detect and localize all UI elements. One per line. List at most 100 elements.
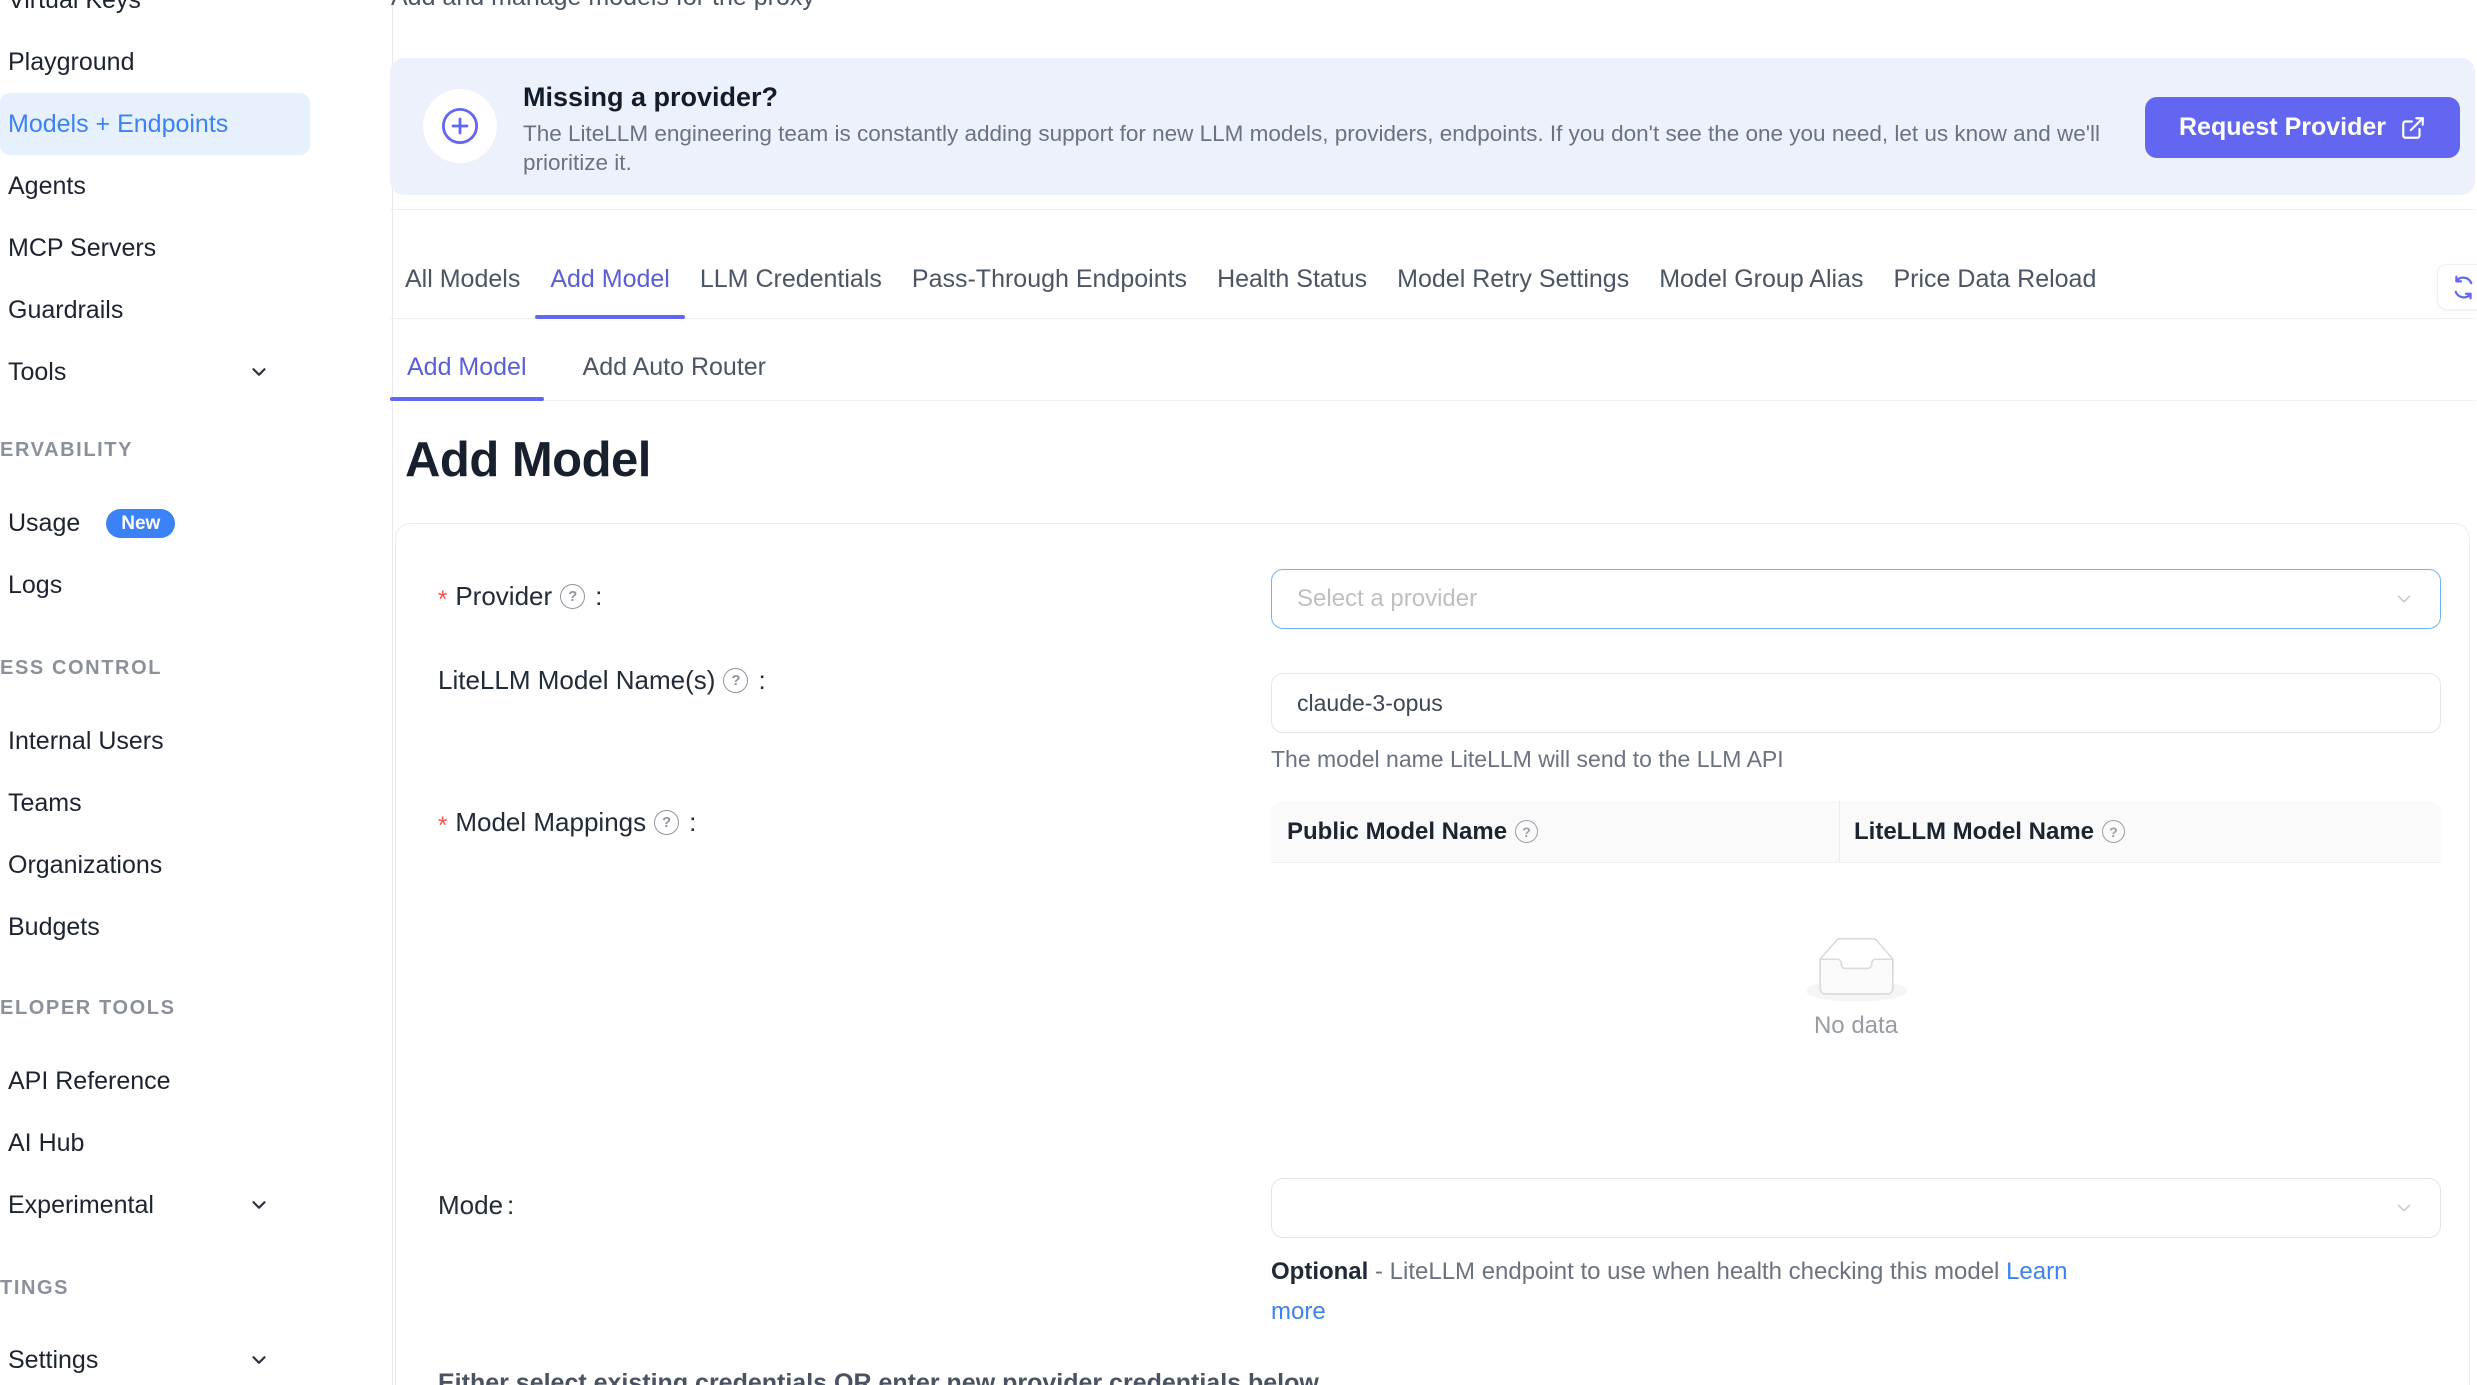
new-badge: New	[106, 509, 175, 538]
sidebar-item-label: Internal Users	[8, 727, 164, 756]
model-mappings-label-text: Model Mappings	[455, 807, 646, 838]
sidebar-item-playground[interactable]: Playground	[0, 31, 392, 93]
model-name-input[interactable]: claude-3-opus	[1271, 673, 2441, 733]
tab-model-retry-settings[interactable]: Model Retry Settings	[1382, 240, 1644, 318]
mode-helper-bold: Optional	[1271, 1258, 1368, 1285]
section-label: ELOPER TOOLS	[0, 997, 176, 1020]
sidebar-item-budgets[interactable]: Budgets	[0, 896, 392, 958]
tab-label: Pass-Through Endpoints	[912, 265, 1187, 294]
tab-label: Add Model	[550, 265, 670, 294]
sidebar-item-experimental[interactable]: Experimental	[0, 1174, 392, 1236]
label-colon: :	[507, 1190, 514, 1221]
tab-add-model[interactable]: Add Model	[535, 240, 685, 318]
content-divider	[390, 209, 2475, 210]
question-glyph: ?	[1522, 824, 1531, 840]
help-question-icon[interactable]: ?	[560, 584, 585, 609]
plus-circle-icon	[423, 89, 497, 163]
tab-price-data-reload[interactable]: Price Data Reload	[1878, 240, 2111, 318]
model-name-label: LiteLLM Model Name(s) ? :	[438, 665, 766, 696]
sidebar-item-ai-hub[interactable]: AI Hub	[0, 1112, 392, 1174]
sidebar-item-usage[interactable]: Usage New	[0, 492, 392, 554]
sidebar-item-label: Budgets	[8, 913, 100, 942]
sidebar-item-label: Settings	[8, 1346, 98, 1375]
sidebar-item-models-endpoints[interactable]: Models + Endpoints	[0, 93, 310, 155]
tab-label: Model Retry Settings	[1397, 265, 1629, 294]
required-asterisk: *	[438, 812, 447, 840]
question-glyph: ?	[568, 588, 577, 605]
mode-select[interactable]	[1271, 1178, 2441, 1238]
sidebar-item-label: Playground	[8, 48, 134, 77]
mode-label-text: Mode	[438, 1190, 503, 1221]
external-link-icon	[2400, 115, 2426, 141]
sidebar-item-label: MCP Servers	[8, 234, 156, 263]
section-label: ERVABILITY	[0, 439, 133, 462]
column-header-public-model-name: Public Model Name ?	[1271, 801, 1839, 862]
tab-label: Model Group Alias	[1659, 265, 1863, 294]
sidebar-item-logs[interactable]: Logs	[0, 554, 392, 616]
refresh-button[interactable]	[2437, 264, 2477, 310]
help-question-icon[interactable]: ?	[654, 810, 679, 835]
question-glyph: ?	[662, 814, 671, 831]
provider-select[interactable]: Select a provider	[1271, 569, 2441, 629]
tab-label: All Models	[405, 265, 520, 294]
empty-state-text: No data	[1814, 1012, 1898, 1040]
add-model-form-card: * Provider ? : Select a provider LiteLLM…	[395, 523, 2470, 1385]
sidebar-item-guardrails[interactable]: Guardrails	[0, 279, 392, 341]
provider-label-text: Provider	[455, 581, 552, 612]
sidebar: Virtual Keys Playground Models + Endpoin…	[0, 0, 393, 1385]
table-empty-state: No data	[1271, 863, 2441, 1113]
provider-label: * Provider ? :	[438, 581, 602, 612]
sidebar-item-label: Experimental	[8, 1191, 154, 1220]
sidebar-item-virtual-keys[interactable]: Virtual Keys	[0, 0, 392, 31]
chevron-down-icon	[2393, 588, 2415, 610]
tab-model-group-alias[interactable]: Model Group Alias	[1644, 240, 1878, 318]
litellm-admin-page: Virtual Keys Playground Models + Endpoin…	[0, 0, 2477, 1385]
column-header-label: Public Model Name	[1287, 818, 1507, 846]
sidebar-item-agents[interactable]: Agents	[0, 155, 392, 217]
model-mappings-label: * Model Mappings ? :	[438, 807, 696, 838]
question-glyph: ?	[2109, 824, 2118, 840]
sidebar-item-api-reference[interactable]: API Reference	[0, 1050, 392, 1112]
refresh-icon	[2450, 274, 2477, 301]
request-provider-label: Request Provider	[2179, 113, 2386, 142]
sidebar-item-organizations[interactable]: Organizations	[0, 834, 392, 896]
request-provider-button[interactable]: Request Provider	[2145, 97, 2460, 158]
section-label: ESS CONTROL	[0, 657, 162, 680]
tab-all-models[interactable]: All Models	[390, 240, 535, 318]
label-colon: :	[758, 665, 765, 696]
tab-label: LLM Credentials	[700, 265, 882, 294]
sidebar-item-internal-users[interactable]: Internal Users	[0, 710, 392, 772]
sidebar-item-label: Models + Endpoints	[8, 110, 228, 139]
sidebar-item-tools[interactable]: Tools	[0, 341, 392, 403]
credentials-note: Either select existing credentials OR en…	[438, 1369, 1319, 1385]
mode-label: Mode :	[438, 1190, 514, 1221]
chevron-down-icon	[248, 1194, 270, 1216]
subtab-label: Add Model	[407, 353, 527, 382]
help-question-icon[interactable]: ?	[2102, 820, 2125, 843]
subtab-label: Add Auto Router	[583, 353, 766, 382]
tab-pass-through-endpoints[interactable]: Pass-Through Endpoints	[897, 240, 1202, 318]
tab-llm-credentials[interactable]: LLM Credentials	[685, 240, 897, 318]
column-header-label: LiteLLM Model Name	[1854, 818, 2094, 846]
label-colon: :	[689, 807, 696, 838]
sidebar-item-settings[interactable]: Settings	[0, 1329, 392, 1385]
subtab-add-auto-router[interactable]: Add Auto Router	[566, 335, 783, 400]
sidebar-item-teams[interactable]: Teams	[0, 772, 392, 834]
subtab-add-model[interactable]: Add Model	[390, 335, 544, 400]
sidebar-item-label: Organizations	[8, 851, 162, 880]
tab-health-status[interactable]: Health Status	[1202, 240, 1382, 318]
sidebar-item-label: Guardrails	[8, 296, 123, 325]
column-header-litellm-model-name: LiteLLM Model Name ?	[1839, 801, 2441, 862]
sidebar-item-mcp-servers[interactable]: MCP Servers	[0, 217, 392, 279]
sidebar-section-access-control: ESS CONTROL	[0, 637, 392, 699]
page-subtitle: Add and manage models for the proxy	[391, 0, 815, 12]
help-question-icon[interactable]: ?	[1515, 820, 1538, 843]
mode-helper-text: - LiteLLM endpoint to use when health ch…	[1368, 1258, 2006, 1285]
label-colon: :	[595, 581, 602, 612]
model-tabs: All Models Add Model LLM Credentials Pas…	[390, 240, 2475, 319]
model-name-value: claude-3-opus	[1297, 690, 1443, 717]
sidebar-item-label: Tools	[8, 358, 66, 387]
help-question-icon[interactable]: ?	[723, 668, 748, 693]
section-label: TINGS	[0, 1277, 69, 1300]
model-name-helper: The model name LiteLLM will send to the …	[1271, 746, 1784, 773]
